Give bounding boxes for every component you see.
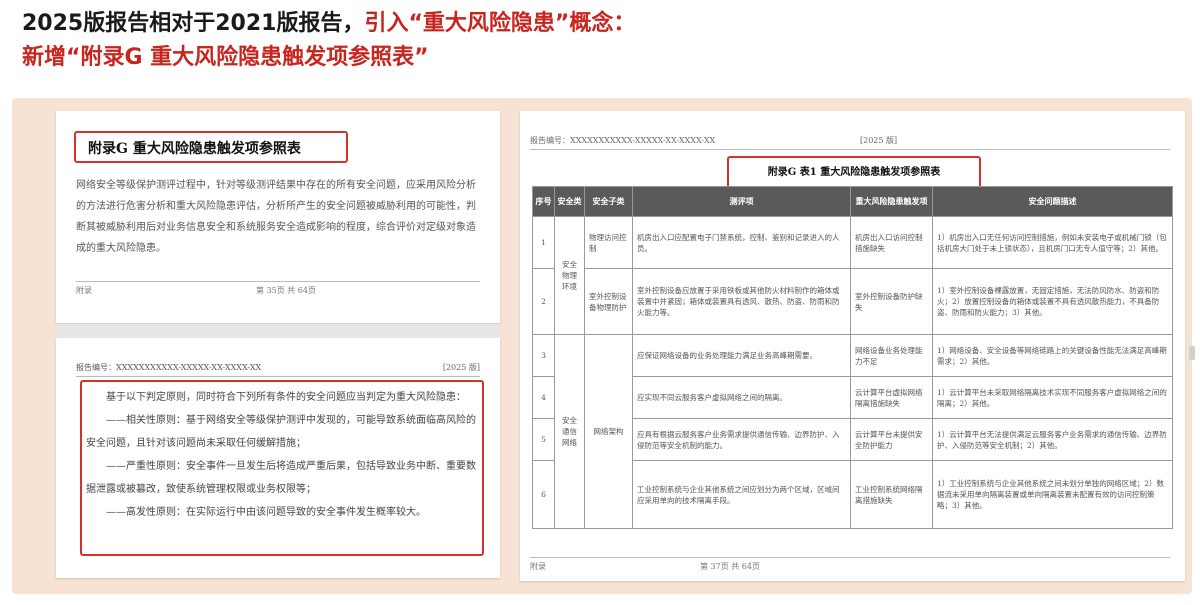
assessment-item: 应具有根据云服务客户业务需求提供通信传输、边界防护、入侵防范等安全机制的能力。: [632, 418, 851, 461]
col-header: 序号: [532, 186, 555, 217]
principles-text: 基于以下判定原则，同时符合下列所有条件的安全问题应当判定为重大风险隐患： ——相…: [86, 386, 480, 524]
table-row: 1 安全物理环境 物理访问控制 机房出入口应配置电子门禁系统，控制、鉴别和记录进…: [532, 216, 1173, 335]
issue-description: 1）网络设备、安全设备等网络链路上的关键设备性能无法满足高峰期需求；2）其他。: [932, 334, 1173, 377]
highlight-box-heading: 附录G 重大风险隐患触发项参照表: [74, 131, 348, 163]
col-header: 测评项: [632, 186, 851, 217]
scroll-handle[interactable]: [1189, 346, 1195, 360]
table-row: 2 室外控制设备物理防护 室外控制设备应放置于采用铁板或其他防火材料制作的箱体或…: [532, 268, 1173, 335]
issue-description: 1）室外控制设备裸露放置，无固定措施，无法防风防水、防盗和防火；2）放置控制设备…: [932, 268, 1173, 335]
report-version: [2025 版]: [442, 363, 480, 372]
document-stage: 附录G 重大风险隐患触发项参照表 网络安全等级保护测评过程中，针对等级测评结果中…: [12, 98, 1195, 594]
row-number: 1: [532, 216, 555, 269]
row-number: 6: [532, 460, 555, 529]
page-header: 报告编号：XXXXXXXXXXX-XXXXX-XX-XXXX-XX [2025 …: [530, 135, 1170, 150]
principle-frequency: ——高发性原则：在实际运行中由该问题导致的安全事件发生概率较大。: [106, 507, 426, 518]
row-number: 3: [532, 334, 555, 377]
row-number: 4: [532, 376, 555, 419]
risk-trigger: 室外控制设备防护缺失: [850, 268, 933, 335]
table-row: 3 安全通信网络 网络架构 应保证网络设备的业务处理能力满足业务高峰期需要。 网…: [532, 334, 1173, 529]
report-number: 报告编号：XXXXXXXXXXX-XXXXX-XX-XXXX-XX: [530, 136, 716, 145]
title-part-black: 2025版报告相对于2021版报告，: [22, 11, 365, 36]
row-number: 2: [532, 268, 555, 335]
page-header: 报告编号：XXXXXXXXXXX-XXXXX-XX-XXXX-XX [2025 …: [76, 362, 480, 377]
assessment-item: 工业控制系统与企业其他系统之间应划分为两个区域，区域间应采用单向的技术隔离手段。: [632, 460, 851, 529]
page-number: 第 35页 共 64页: [256, 286, 316, 295]
risk-trigger-table: 序号 安全类 安全子类 测评项 重大风险隐患触发项 安全问题描述 1 安全物理环…: [532, 186, 1173, 529]
principles-intro: 基于以下判定原则，同时符合下列所有条件的安全问题应当判定为重大风险隐患：: [106, 392, 466, 403]
security-subcategory: 网络架构: [584, 334, 633, 529]
risk-trigger: 机房出入口访问控制措施缺失: [850, 216, 933, 269]
row-number: 5: [532, 418, 555, 461]
assessment-item: 室外控制设备应放置于采用铁板或其他防火材料制作的箱体或装置中并紧固；箱体或装置具…: [632, 268, 851, 335]
table-header-row: 序号 安全类 安全子类 测评项 重大风险隐患触发项 安全问题描述: [532, 186, 1173, 217]
table-caption: 附录G 表1 重大风险隐患触发项参照表: [767, 167, 941, 178]
risk-trigger: 网络设备业务处理能力不足: [850, 334, 933, 377]
appendix-intro-paragraph: 网络安全等级保护测评过程中，针对等级测评结果中存在的所有安全问题，应采用风险分析…: [76, 180, 476, 254]
principle-severity: ——严重性原则：安全事件一旦发生后将造成严重后果，包括导致业务中断、重要数据泄露…: [86, 461, 476, 495]
report-number: 报告编号：XXXXXXXXXXX-XXXXX-XX-XXXX-XX: [76, 363, 262, 372]
slide-title-line2: 新增“附录G 重大风险隐患触发项参照表”: [22, 45, 429, 70]
security-category: 安全物理环境: [554, 216, 585, 335]
col-header: 安全类: [554, 186, 585, 217]
report-page-36: 报告编号：XXXXXXXXXXX-XXXXX-XX-XXXX-XX [2025 …: [56, 338, 500, 578]
report-page-37: 报告编号：XXXXXXXXXXX-XXXXX-XX-XXXX-XX [2025 …: [520, 111, 1195, 581]
appendix-heading: 附录G 重大风险隐患触发项参照表: [88, 141, 301, 157]
assessment-item: 应实现不同云服务客户虚拟网络之间的隔离。: [632, 376, 851, 419]
page-footer: 附录 第 35页 共 64页: [76, 281, 480, 296]
footer-label: 附录: [530, 562, 546, 571]
risk-trigger: 云计算平台虚拟网络隔离措施缺失: [850, 376, 933, 419]
issue-description: 1）机房出入口无任何访问控制措施，例如未安装电子或机械门锁（包括机房大门处于未上…: [932, 216, 1173, 269]
risk-trigger: 云计算平台未提供安全防护能力: [850, 418, 933, 461]
highlight-box-caption: 附录G 表1 重大风险隐患触发项参照表: [727, 156, 981, 189]
page-gap: [56, 324, 500, 338]
page-number: 第 37页 共 64页: [700, 562, 760, 571]
assessment-item: 机房出入口应配置电子门禁系统，控制、鉴别和记录进入的人员。: [632, 216, 851, 269]
page-footer: 附录 第 37页 共 64页: [530, 557, 1170, 572]
issue-description: 1）云计算平台未采取网络隔离技术实现不同服务客户虚拟网络之间的隔离；2）其他。: [932, 376, 1173, 419]
security-subcategory: 室外控制设备物理防护: [584, 268, 633, 335]
report-version: [2025 版]: [860, 136, 898, 145]
col-header: 安全子类: [584, 186, 633, 217]
slide-header: 2025版报告相对于2021版报告，引入“重大风险隐患”概念： 新增“附录G 重…: [0, 0, 1200, 92]
principle-relevance: ——相关性原则：基于网络安全等级保护测评中发现的，可能导致系统面临高风险的安全问…: [86, 415, 476, 449]
assessment-item: 应保证网络设备的业务处理能力满足业务高峰期需要。: [632, 334, 851, 377]
slide-title-line1: 2025版报告相对于2021版报告，引入“重大风险隐患”概念：: [22, 10, 635, 38]
security-subcategory: 物理访问控制: [584, 216, 633, 269]
col-header: 重大风险隐患触发项: [850, 186, 933, 217]
security-category: 安全通信网络: [554, 334, 585, 529]
risk-trigger: 工业控制系统网络隔离措施缺失: [850, 460, 933, 529]
issue-description: 1）云计算平台无法提供满足云服务客户业务需求的通信传输、边界防护、入侵防范等安全…: [932, 418, 1173, 461]
report-page-35: 附录G 重大风险隐患触发项参照表 网络安全等级保护测评过程中，针对等级测评结果中…: [56, 111, 500, 323]
col-header: 安全问题描述: [932, 186, 1173, 217]
title-part-red: 引入“重大风险隐患”概念：: [364, 11, 636, 36]
issue-description: 1）工业控制系统与企业其他系统之间未划分单独的网络区域；2）数据流未采用单向隔离…: [932, 460, 1173, 529]
footer-label: 附录: [76, 286, 92, 295]
